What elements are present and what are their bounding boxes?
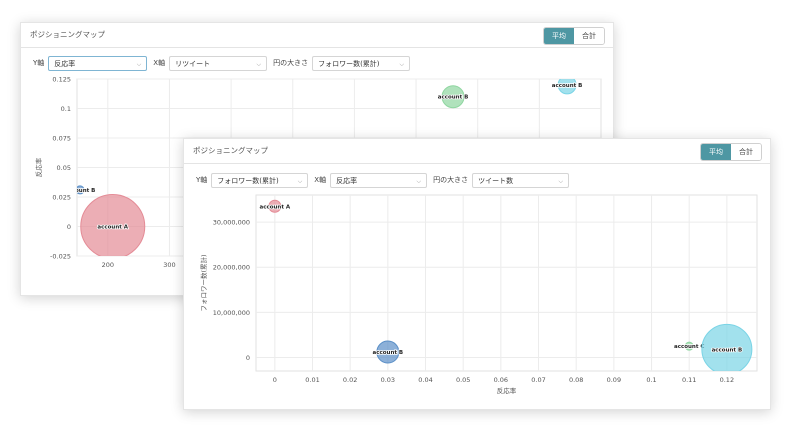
panel-header: ポジショニングマップ 平均 合計	[21, 23, 613, 48]
bubble-label: account C	[674, 344, 704, 350]
x-axis-value: リツイート	[175, 59, 211, 68]
y-axis-select[interactable]: 反応率 ⌵	[48, 55, 148, 71]
panel-title: ポジショニングマップ	[193, 146, 268, 155]
y-axis-title: フォロワー数(累計)	[199, 254, 208, 311]
sum-toggle-button[interactable]: 合計	[574, 28, 604, 44]
circle-size-value: ツイート数	[478, 176, 514, 185]
y-axis-title: 反応率	[34, 157, 43, 177]
chevron-down-icon: ⌵	[256, 60, 262, 68]
circle-size-label: 円の大きさ	[433, 176, 469, 184]
bubble-label: account B	[712, 347, 743, 353]
bubble-layer: account A account B account C account B	[259, 199, 753, 371]
axis-controls: Y軸 フォロワー数(累計) ⌵ X軸 反応率 ⌵ 円の大きさ ツイート数 ⌵	[196, 172, 575, 188]
panel-title: ポジショニングマップ	[30, 30, 105, 39]
y-axis-label: Y軸	[196, 176, 208, 184]
y-tick-label: 0.025	[52, 194, 71, 202]
y-tick-label: 0.05	[57, 164, 71, 172]
y-tick-label: -0.025	[50, 253, 71, 261]
x-tick-label: 0.07	[531, 376, 545, 384]
x-tick-label: 0.05	[456, 376, 470, 384]
x-axis-select[interactable]: 反応率 ⌵	[330, 172, 428, 188]
x-tick-label: 0.04	[418, 376, 432, 384]
x-tick-label: 0.01	[305, 376, 319, 384]
x-tick-label: 0	[273, 376, 277, 384]
y-tick-label: 0	[246, 354, 250, 362]
x-axis-title: 反応率	[497, 386, 517, 395]
y-tick-label: 0.1	[61, 105, 71, 113]
panel-header: ポジショニングマップ 平均 合計	[184, 139, 770, 164]
bubble-label: account A	[97, 225, 128, 231]
x-tick-label: 0.06	[494, 376, 508, 384]
x-axis-value: 反応率	[336, 176, 358, 185]
chevron-down-icon: ⌵	[136, 60, 142, 68]
bubble-label: account B	[373, 350, 404, 356]
x-tick-label: 0.12	[720, 376, 734, 384]
bubble-label: account A	[260, 204, 291, 210]
x-tick-label: 200	[102, 261, 114, 269]
avg-sum-toggle: 平均 合計	[700, 143, 762, 161]
bubble-label: account B	[438, 95, 469, 101]
circle-size-select[interactable]: ツイート数 ⌵	[472, 172, 570, 188]
avg-toggle-button[interactable]: 平均	[544, 28, 574, 44]
circle-size-label: 円の大きさ	[273, 59, 309, 67]
chevron-down-icon: ⌵	[558, 177, 564, 185]
y-axis-label: Y軸	[33, 59, 45, 67]
y-axis-value: フォロワー数(累計)	[217, 176, 279, 185]
x-tick-label: 300	[163, 261, 175, 269]
avg-toggle-button[interactable]: 平均	[701, 144, 731, 160]
axis-controls: Y軸 反応率 ⌵ X軸 リツイート ⌵ 円の大きさ フォロワー数(累計) ⌵	[33, 55, 416, 71]
y-axis-select[interactable]: フォロワー数(累計) ⌵	[211, 172, 309, 188]
x-tick-label: 0.08	[569, 376, 583, 384]
y-tick-label: 0	[67, 223, 71, 231]
chevron-down-icon: ⌵	[399, 60, 405, 68]
x-tick-label: 0.02	[343, 376, 357, 384]
avg-sum-toggle: 平均 合計	[543, 27, 605, 45]
y-tick-label: 30,000,000	[213, 219, 250, 227]
x-axis-label: X軸	[314, 176, 327, 184]
x-tick-label: 0.1	[646, 376, 656, 384]
bubble-chart-front: 30,000,000 20,000,000 10,000,000 0 0 0.01 0.02…	[199, 194, 758, 395]
circle-size-value: フォロワー数(累計)	[318, 59, 380, 68]
y-axis-value: 反応率	[54, 59, 76, 68]
y-tick-label: 20,000,000	[213, 264, 250, 272]
y-tick-label: 0.075	[52, 135, 71, 143]
circle-size-select[interactable]: フォロワー数(累計) ⌵	[312, 55, 411, 71]
x-axis-select[interactable]: リツイート ⌵	[169, 55, 268, 71]
x-axis-label: X軸	[153, 59, 166, 67]
chevron-down-icon: ⌵	[297, 177, 303, 185]
y-tick-label: 0.125	[52, 76, 71, 84]
bubble-label: account B	[552, 83, 583, 89]
sum-toggle-button[interactable]: 合計	[731, 144, 761, 160]
x-tick-label: 0.03	[381, 376, 395, 384]
x-tick-label: 0.09	[607, 376, 621, 384]
chevron-down-icon: ⌵	[416, 177, 422, 185]
positioning-map-panel-front: ポジショニングマップ 平均 合計 Y軸 フォロワー数(累計) ⌵ X軸 反応率 ⌵ …	[183, 138, 771, 410]
x-tick-label: 0.11	[682, 376, 696, 384]
y-tick-label: 10,000,000	[213, 309, 250, 317]
